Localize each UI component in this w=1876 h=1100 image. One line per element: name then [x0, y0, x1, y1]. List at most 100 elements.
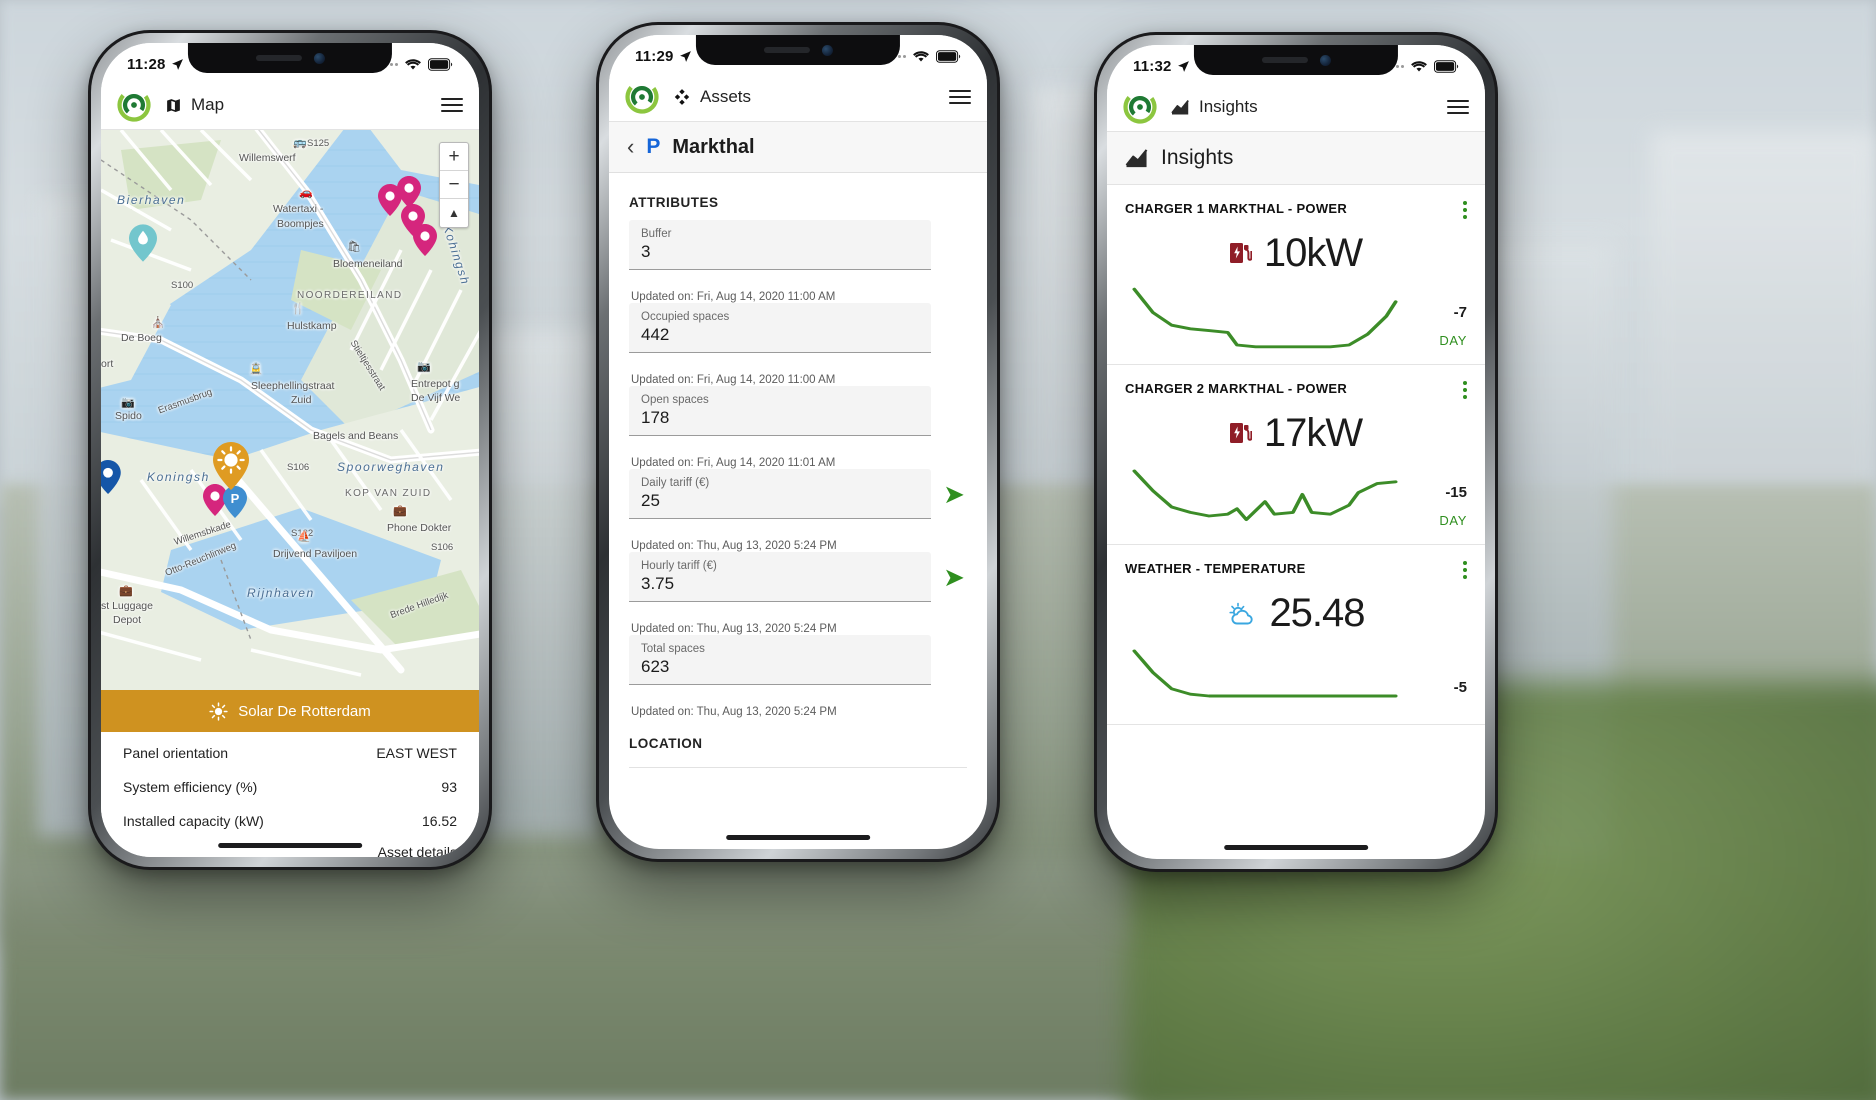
- attribute-label: Total spaces: [641, 643, 705, 655]
- map-label: Willemswerf: [239, 152, 296, 164]
- detail-value: 93: [441, 779, 457, 795]
- attribute-value: 178: [641, 408, 670, 427]
- insight-card-value-row: 25.48: [1125, 591, 1467, 636]
- attribute-field[interactable]: Buffer 3: [629, 220, 931, 270]
- map-label: Boompjes: [277, 218, 324, 230]
- insight-card[interactable]: WEATHER - TEMPERATURE 25.48 -5: [1107, 545, 1485, 725]
- attribute-field[interactable]: Open spaces 178: [629, 386, 931, 436]
- insight-card[interactable]: CHARGER 2 MARKTHAL - POWER 17kW -15 DAY: [1107, 365, 1485, 545]
- insight-card-body: -5: [1125, 642, 1467, 714]
- map-canvas[interactable]: Willemswerf Watertaxi - Boompjes Bierhav…: [101, 130, 479, 690]
- insight-card-title: WEATHER - TEMPERATURE: [1125, 561, 1306, 576]
- cluster-pin-4[interactable]: [413, 224, 437, 256]
- map-label-neighborhood: KOP VAN ZUID: [345, 488, 432, 499]
- home-indicator: [218, 843, 362, 848]
- map-label: Spido: [115, 410, 142, 422]
- hamburger-menu-icon[interactable]: [1447, 100, 1469, 114]
- ev-charger-icon: [1229, 242, 1252, 263]
- wifi-icon: [1411, 60, 1427, 71]
- map-label: Depot: [113, 614, 142, 626]
- detail-row: Panel orientation EAST WEST: [123, 736, 457, 770]
- app-bar-insights: Insights: [1107, 83, 1485, 132]
- app-logo[interactable]: [625, 80, 659, 114]
- hamburger-menu-icon[interactable]: [441, 98, 463, 112]
- insight-card[interactable]: CHARGER 1 MARKTHAL - POWER 10kW -7 DAY: [1107, 185, 1485, 365]
- back-button[interactable]: ‹: [627, 136, 634, 158]
- map-label: De Boeg: [121, 332, 162, 344]
- attribute-field[interactable]: Total spaces 623: [629, 635, 931, 685]
- home-indicator: [726, 835, 870, 840]
- asset-title: Markthal: [672, 135, 755, 158]
- solar-asset-title: Solar De Rotterdam: [238, 702, 371, 720]
- attribute-field[interactable]: Daily tariff (€) 25: [629, 469, 931, 519]
- front-camera: [821, 44, 833, 56]
- zoom-in-button[interactable]: +: [440, 143, 468, 171]
- send-value-button[interactable]: ➤: [941, 564, 967, 590]
- water-pin[interactable]: [129, 224, 157, 262]
- section-heading-attributes: ATTRIBUTES: [609, 173, 987, 220]
- detail-value: 16.52: [421, 813, 457, 829]
- attribute-value: 3.75: [641, 574, 675, 593]
- car-icon: 🚗: [299, 187, 313, 199]
- map-label: Watertaxi -: [273, 203, 324, 215]
- camera-icon: 📷: [121, 397, 135, 409]
- kebab-menu-icon[interactable]: [1463, 201, 1467, 219]
- map-zoom-controls[interactable]: + − ▲: [439, 142, 469, 228]
- attribute-field[interactable]: Occupied spaces 442: [629, 303, 931, 353]
- map-label: Zuid: [291, 394, 312, 406]
- poi-icon: 📷: [417, 361, 431, 373]
- insight-card-header: CHARGER 2 MARKTHAL - POWER: [1125, 381, 1467, 399]
- ev-charger-icon: [1229, 422, 1252, 443]
- home-indicator: [1224, 845, 1368, 850]
- sparkline-chart: [1132, 287, 1398, 349]
- location-arrow-icon: [171, 58, 183, 70]
- map-label-water: Rijnhaven: [247, 586, 315, 600]
- parking-pin[interactable]: P: [223, 486, 247, 518]
- detail-key: Installed capacity (kW): [123, 813, 264, 829]
- map-label-water: Koningsh: [147, 470, 210, 484]
- bag-icon: 💼: [393, 505, 407, 517]
- earpiece-speaker: [255, 55, 302, 61]
- map-label: Drijvend Paviljoen: [273, 548, 358, 560]
- map-label: Bloemeneiland: [333, 258, 403, 270]
- section-heading-location: LOCATION: [609, 718, 987, 761]
- svg-text:P: P: [231, 491, 240, 506]
- attribute-updated: Updated on: Thu, Aug 13, 2020 5:24 PM: [631, 623, 837, 635]
- attribute-value: 442: [641, 325, 670, 344]
- app-logo[interactable]: [117, 88, 151, 122]
- bus-icon: 🚌: [293, 137, 307, 149]
- insight-card-unit: kW: [1306, 411, 1363, 455]
- phone-screen-map: 11:28 Map Willemswerf Watertaxi - Boompj…: [101, 43, 479, 857]
- earpiece-speaker: [1261, 57, 1308, 63]
- app-bar-assets: Assets: [609, 73, 987, 122]
- send-value-button[interactable]: ➤: [941, 481, 967, 507]
- edge-pin[interactable]: [101, 460, 121, 494]
- status-time: 11:28: [127, 55, 166, 73]
- parking-badge-icon: P: [646, 135, 661, 158]
- attribute-label: Occupied spaces: [641, 311, 730, 323]
- insight-card-number: 17kW: [1263, 411, 1363, 455]
- attribute-field[interactable]: Hourly tariff (€) 3.75: [629, 552, 931, 602]
- kebab-menu-icon[interactable]: [1463, 561, 1467, 579]
- wifi-icon: [913, 50, 929, 61]
- insight-card-number: 10kW: [1263, 231, 1363, 275]
- compass-button[interactable]: ▲: [440, 199, 468, 227]
- map-label: De Vijf We: [411, 392, 461, 404]
- monument-icon: ⛪: [151, 317, 165, 329]
- solar-asset-banner[interactable]: Solar De Rotterdam: [101, 690, 479, 732]
- map-label: Hulstkamp: [287, 320, 337, 332]
- attribute-item: Daily tariff (€) 25 ➤ Updated on: Thu, A…: [629, 469, 967, 552]
- app-logo[interactable]: [1123, 90, 1157, 124]
- zoom-out-button[interactable]: −: [440, 171, 468, 199]
- page-title: Insights: [1161, 146, 1234, 169]
- map-label-water: Bierhaven: [117, 193, 186, 207]
- insight-card-body: -15 DAY: [1125, 462, 1467, 534]
- insight-card-delta: -5: [1453, 679, 1467, 696]
- app-bar-map: Map: [101, 81, 479, 130]
- battery-icon: [1434, 59, 1459, 73]
- phone-insights: 11:32 Insights Insights CHARGER 1 MARKTH…: [1094, 32, 1498, 872]
- solar-pin-selected[interactable]: [213, 442, 249, 490]
- hamburger-menu-icon[interactable]: [949, 90, 971, 104]
- battery-icon: [428, 57, 453, 71]
- kebab-menu-icon[interactable]: [1463, 381, 1467, 399]
